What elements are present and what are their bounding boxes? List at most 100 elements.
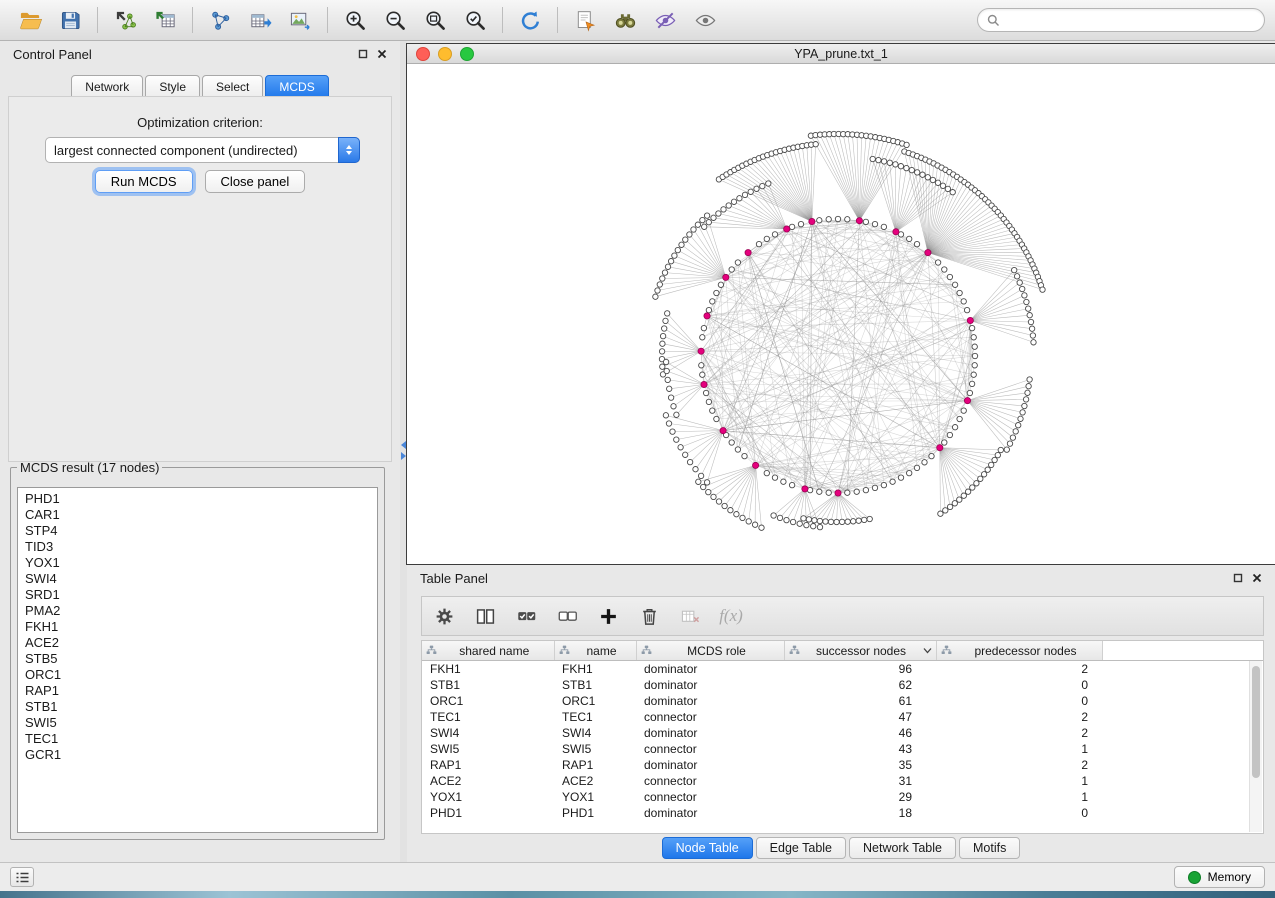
toolbar-icon-strip [10,4,725,36]
run-mcds-button[interactable]: Run MCDS [95,170,193,193]
open-session-button[interactable] [10,4,50,36]
mcds-result-list[interactable]: PHD1CAR1STP4TID3YOX1SWI4SRD1PMA2FKH1ACE2… [17,487,378,833]
zoom-fit-button[interactable] [415,4,455,36]
export-table-icon [249,9,272,32]
search-box[interactable] [977,8,1265,32]
open-session-icon [19,9,42,32]
show-columns-button[interactable] [473,603,497,629]
table-scrollbar[interactable] [1249,661,1262,832]
close-panel-button[interactable]: Close panel [205,170,306,193]
export-network-button[interactable] [200,4,240,36]
memory-button[interactable]: Memory [1174,866,1265,888]
export-table-button[interactable] [240,4,280,36]
mcds-result-item[interactable]: GCR1 [18,747,377,763]
column-header-successor-nodes[interactable]: successor nodes [784,641,936,661]
add-column-icon [598,606,619,627]
save-session-icon [59,9,82,32]
deselect-all-rows-button[interactable] [555,603,579,629]
import-table-icon [154,9,177,32]
import-table-button[interactable] [145,4,185,36]
mcds-result-item[interactable]: CAR1 [18,507,377,523]
mcds-result-item[interactable]: SWI5 [18,715,377,731]
status-bar: Memory [0,862,1275,891]
mcds-result-item[interactable]: PHD1 [18,491,377,507]
memory-status-icon [1188,871,1201,884]
mcds-result-item[interactable]: STP4 [18,523,377,539]
close-icon [377,49,387,59]
mcds-result-item[interactable]: TEC1 [18,731,377,747]
mcds-result-item[interactable]: YOX1 [18,555,377,571]
column-type-icon [941,645,952,656]
table-tab-edge-table[interactable]: Edge Table [756,837,846,859]
close-table-panel-button[interactable] [1252,573,1262,583]
toolbar-separator [192,7,193,33]
table-row[interactable]: SWI4SWI4dominator462 [422,725,1263,741]
mcds-result-item[interactable]: FKH1 [18,619,377,635]
mcds-result-item[interactable]: SWI4 [18,571,377,587]
column-header-shared-name[interactable]: shared name [422,641,554,661]
zoom-in-button[interactable] [335,4,375,36]
table-row[interactable]: FKH1FKH1dominator962 [422,661,1263,678]
delete-column-icon [639,606,660,627]
show-graphics-details-icon [694,9,717,32]
table-row[interactable]: PHD1PHD1dominator180 [422,805,1263,821]
table-row[interactable]: RAP1RAP1dominator352 [422,757,1263,773]
network-canvas[interactable] [407,64,1275,564]
table-tab-network-table[interactable]: Network Table [849,837,956,859]
column-header-predecessor-nodes[interactable]: predecessor nodes [936,641,1102,661]
network-graph[interactable] [407,64,1273,564]
table-row[interactable]: ACE2ACE2connector311 [422,773,1263,789]
mcds-result-item[interactable]: STB1 [18,699,377,715]
criterion-dropdown-value: largest connected component (undirected) [46,143,338,158]
table-tab-motifs[interactable]: Motifs [959,837,1020,859]
table-row[interactable]: ORC1ORC1dominator610 [422,693,1263,709]
float-panel-button[interactable] [358,49,368,59]
table-row[interactable]: TEC1TEC1connector472 [422,709,1263,725]
float-table-panel-button[interactable] [1233,573,1243,583]
table-row[interactable]: SWI5SWI5connector431 [422,741,1263,757]
mcds-result-item[interactable]: RAP1 [18,683,377,699]
hide-graphics-details-button[interactable] [645,4,685,36]
close-panel-x-button[interactable] [377,49,387,59]
scrollbar-thumb[interactable] [1252,666,1260,778]
select-all-rows-button[interactable] [514,603,538,629]
import-network-button[interactable] [105,4,145,36]
search-binoculars-button[interactable] [605,4,645,36]
table-toolbar: f(x) [421,596,1264,636]
zoom-selected-button[interactable] [455,4,495,36]
mcds-result-item[interactable]: ACE2 [18,635,377,651]
save-session-button[interactable] [50,4,90,36]
control-panel: Control Panel NetworkStyleSelectMCDS Opt… [0,41,401,862]
network-window-title: YPA_prune.txt_1 [407,47,1275,61]
show-columns-icon [475,606,496,627]
table-row[interactable]: YOX1YOX1connector291 [422,789,1263,805]
table-tab-node-table[interactable]: Node Table [662,837,753,859]
mcds-result-item[interactable]: STB5 [18,651,377,667]
column-type-icon [641,645,652,656]
import-network-icon [114,9,137,32]
mcds-result-item[interactable]: PMA2 [18,603,377,619]
desktop-wallpaper-strip [0,891,1275,898]
criterion-dropdown[interactable]: largest connected component (undirected) [45,137,360,163]
toolbar-separator [502,7,503,33]
panel-selector-button[interactable] [10,867,34,887]
mcds-result-item[interactable]: ORC1 [18,667,377,683]
search-input[interactable] [1005,12,1255,28]
add-column-button[interactable] [596,603,620,629]
delete-column-button[interactable] [637,603,661,629]
network-window-titlebar[interactable]: YPA_prune.txt_1 [407,44,1275,64]
column-header-MCDS-role[interactable]: MCDS role [636,641,784,661]
show-graphics-details-button[interactable] [685,4,725,36]
control-panel-header: Control Panel [0,41,400,67]
column-header-name[interactable]: name [554,641,636,661]
open-in-browser-button[interactable] [565,4,605,36]
delete-table-button [678,603,702,629]
zoom-out-button[interactable] [375,4,415,36]
table-row[interactable]: STB1STB1dominator620 [422,677,1263,693]
table-settings-gear-button[interactable] [432,603,456,629]
mcds-result-item[interactable]: TID3 [18,539,377,555]
column-type-icon [789,645,800,656]
mcds-result-item[interactable]: SRD1 [18,587,377,603]
export-image-button[interactable] [280,4,320,36]
refresh-view-button[interactable] [510,4,550,36]
